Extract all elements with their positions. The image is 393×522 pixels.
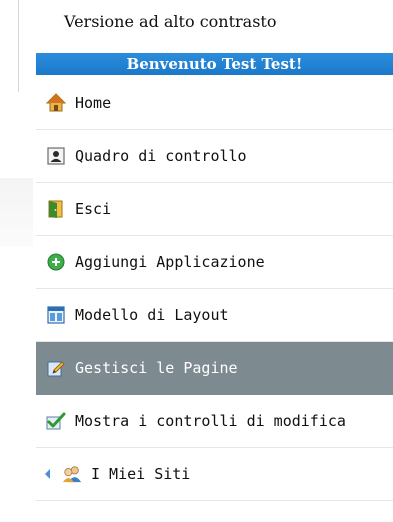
menu-item-dashboard[interactable]: Quadro di controllo xyxy=(36,130,393,183)
menu-item-show-edit-controls[interactable]: Mostra i controlli di modifica xyxy=(36,395,393,448)
menu-item-label: Gestisci le Pagine xyxy=(75,359,238,377)
menu-item-manage-pages[interactable]: Gestisci le Pagine xyxy=(36,342,393,395)
users-icon xyxy=(62,464,82,484)
menu-item-label: Esci xyxy=(75,200,112,218)
exit-door-icon xyxy=(46,199,66,219)
left-divider xyxy=(18,0,19,92)
menu-item-label: I Miei Siti xyxy=(91,465,191,483)
menu-item-my-sites[interactable]: I Miei Siti xyxy=(36,448,393,501)
dock-menu: Home Quadro di controllo Esci Aggiungi A… xyxy=(36,77,393,501)
home-icon xyxy=(46,93,66,113)
menu-item-label: Modello di Layout xyxy=(75,306,229,324)
menu-item-layout-template[interactable]: Modello di Layout xyxy=(36,289,393,342)
checkmark-icon xyxy=(46,411,66,431)
high-contrast-link[interactable]: Versione ad alto contrasto xyxy=(64,10,276,34)
add-circle-icon xyxy=(46,252,66,272)
layout-icon xyxy=(46,305,66,325)
menu-item-label: Mostra i controlli di modifica xyxy=(75,412,346,430)
menu-item-label: Quadro di controllo xyxy=(75,147,247,165)
welcome-banner: Benvenuto Test Test! xyxy=(36,53,393,75)
menu-item-label: Home xyxy=(75,94,112,112)
expand-arrow-icon[interactable] xyxy=(44,468,52,480)
menu-item-logout[interactable]: Esci xyxy=(36,183,393,236)
menu-item-home[interactable]: Home xyxy=(36,77,393,130)
user-panel-icon xyxy=(46,146,66,166)
menu-item-label: Aggiungi Applicazione xyxy=(75,253,265,271)
background-strip xyxy=(0,178,33,246)
menu-item-add-application[interactable]: Aggiungi Applicazione xyxy=(36,236,393,289)
edit-pencil-icon xyxy=(46,358,66,378)
